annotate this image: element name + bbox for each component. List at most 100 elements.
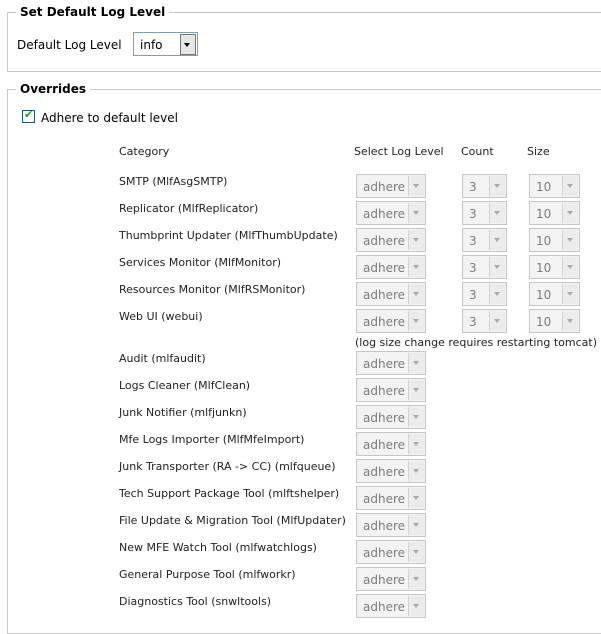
chevron-down-icon[interactable] <box>408 353 424 373</box>
chevron-down-icon[interactable] <box>489 311 505 331</box>
chevron-down-icon[interactable] <box>408 176 424 196</box>
log-level-select-value: adhere <box>363 384 406 398</box>
log-level-select-value: adhere <box>363 519 406 533</box>
chevron-down-icon[interactable] <box>562 230 578 250</box>
size-change-note: (log size change requires restarting tom… <box>355 336 598 349</box>
chevron-down-icon[interactable] <box>408 596 424 616</box>
chevron-down-icon[interactable] <box>489 257 505 277</box>
category-label: Mfe Logs Importer (MlfMfeImport) <box>119 433 305 446</box>
header-category: Category <box>119 145 170 158</box>
chevron-down-icon[interactable] <box>408 407 424 427</box>
chevron-down-icon[interactable] <box>408 257 424 277</box>
size-select[interactable]: 10 <box>529 282 580 306</box>
chevron-down-icon[interactable] <box>408 542 424 562</box>
chevron-down-icon[interactable] <box>562 257 578 277</box>
size-select[interactable]: 10 <box>529 255 580 279</box>
category-label: Diagnostics Tool (snwltools) <box>119 595 272 608</box>
log-level-select[interactable]: adhere <box>356 309 426 333</box>
log-level-select-value: adhere <box>363 315 406 329</box>
category-label: Web UI (webui) <box>119 310 203 323</box>
count-select-value: 3 <box>469 315 477 329</box>
count-select[interactable]: 3 <box>462 201 507 225</box>
log-level-select-value: adhere <box>363 261 406 275</box>
default-log-level-select[interactable]: info <box>133 32 198 56</box>
count-select-value: 3 <box>469 234 477 248</box>
log-level-select[interactable]: adhere <box>356 174 426 198</box>
log-level-select-value: adhere <box>363 465 406 479</box>
chevron-down-icon[interactable] <box>408 569 424 589</box>
log-level-select[interactable]: adhere <box>356 255 426 279</box>
log-level-select[interactable]: adhere <box>356 228 426 252</box>
size-select[interactable]: 10 <box>529 309 580 333</box>
chevron-down-icon[interactable] <box>408 380 424 400</box>
chevron-down-icon[interactable] <box>562 311 578 331</box>
chevron-down-icon[interactable] <box>408 488 424 508</box>
log-level-select[interactable]: adhere <box>356 201 426 225</box>
log-level-select[interactable]: adhere <box>356 540 426 564</box>
size-select[interactable]: 10 <box>529 228 580 252</box>
log-level-select-value: adhere <box>363 180 406 194</box>
chevron-down-icon[interactable] <box>489 230 505 250</box>
category-label: New MFE Watch Tool (mlfwatchlogs) <box>119 541 317 554</box>
log-level-select-value: adhere <box>363 411 406 425</box>
size-select-value: 10 <box>536 315 552 329</box>
log-level-select-value: adhere <box>363 357 406 371</box>
log-level-select[interactable]: adhere <box>356 513 426 537</box>
chevron-down-icon[interactable] <box>562 176 578 196</box>
count-select[interactable]: 3 <box>462 309 507 333</box>
count-select-value: 3 <box>469 288 477 302</box>
count-select-value: 3 <box>469 207 477 221</box>
chevron-down-icon[interactable] <box>562 203 578 223</box>
chevron-down-icon[interactable] <box>489 176 505 196</box>
size-select-value: 10 <box>536 180 552 194</box>
overrides-legend: Overrides <box>16 81 90 97</box>
log-level-select-value: adhere <box>363 492 406 506</box>
chevron-down-icon[interactable] <box>408 284 424 304</box>
category-label: Services Monitor (MlfMonitor) <box>119 256 282 269</box>
count-select[interactable]: 3 <box>462 228 507 252</box>
category-label: Thumbprint Updater (MlfThumbUpdate) <box>119 229 338 242</box>
size-select[interactable]: 10 <box>529 201 580 225</box>
category-label: General Purpose Tool (mlfworkr) <box>119 568 296 581</box>
adhere-checkbox[interactable]: ✔ <box>22 108 35 123</box>
size-select-value: 10 <box>536 234 552 248</box>
count-select[interactable]: 3 <box>462 255 507 279</box>
size-select-value: 10 <box>536 261 552 275</box>
category-label: Audit (mlfaudit) <box>119 352 206 365</box>
chevron-down-icon[interactable] <box>180 34 196 55</box>
count-select[interactable]: 3 <box>462 174 507 198</box>
size-select[interactable]: 10 <box>529 174 580 198</box>
log-level-select[interactable]: adhere <box>356 282 426 306</box>
chevron-down-icon[interactable] <box>408 311 424 331</box>
category-label: SMTP (MlfAsgSMTP) <box>119 175 228 188</box>
chevron-down-icon[interactable] <box>562 284 578 304</box>
log-level-select[interactable]: adhere <box>356 567 426 591</box>
default-log-level-legend: Set Default Log Level <box>16 4 170 20</box>
log-level-select[interactable]: adhere <box>356 405 426 429</box>
category-label: Junk Transporter (RA -> CC) (mlfqueue) <box>119 460 336 473</box>
chevron-down-icon[interactable] <box>408 230 424 250</box>
log-level-select[interactable]: adhere <box>356 459 426 483</box>
chevron-down-icon[interactable] <box>408 203 424 223</box>
category-label: File Update & Migration Tool (MlfUpdater… <box>119 514 346 527</box>
log-level-select[interactable]: adhere <box>356 432 426 456</box>
chevron-down-icon[interactable] <box>489 203 505 223</box>
category-label: Logs Cleaner (MlfClean) <box>119 379 251 392</box>
chevron-down-icon[interactable] <box>408 461 424 481</box>
log-level-select[interactable]: adhere <box>356 594 426 618</box>
log-level-select-value: adhere <box>363 288 406 302</box>
log-level-select[interactable]: adhere <box>356 351 426 375</box>
log-level-select-value: adhere <box>363 438 406 452</box>
log-level-select[interactable]: adhere <box>356 378 426 402</box>
log-level-select-value: adhere <box>363 234 406 248</box>
category-label: Junk Notifier (mlfjunkn) <box>119 406 247 419</box>
log-level-select[interactable]: adhere <box>356 486 426 510</box>
chevron-down-icon[interactable] <box>408 515 424 535</box>
category-label: Resources Monitor (MlfRSMonitor) <box>119 283 306 296</box>
header-size: Size <box>527 145 550 158</box>
chevron-down-icon[interactable] <box>408 434 424 454</box>
count-select[interactable]: 3 <box>462 282 507 306</box>
default-log-level-value: info <box>140 38 163 52</box>
chevron-down-icon[interactable] <box>489 284 505 304</box>
header-count: Count <box>461 145 494 158</box>
